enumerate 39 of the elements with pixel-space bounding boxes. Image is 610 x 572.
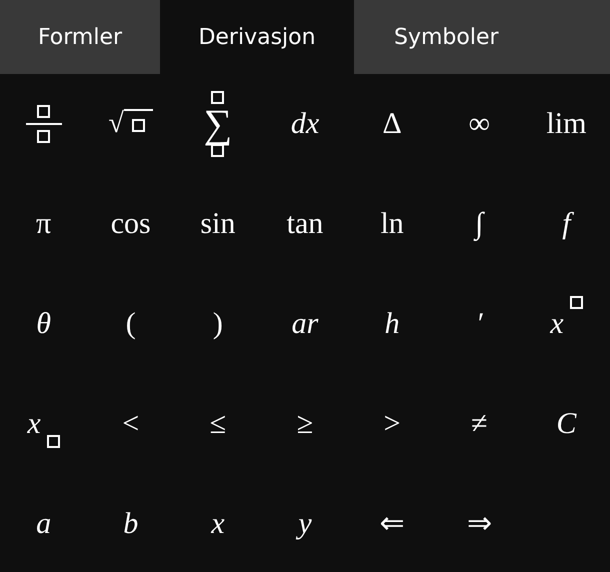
math-key[interactable]: ≥: [261, 374, 349, 474]
math-key[interactable]: ′: [436, 274, 523, 374]
math-key[interactable]: a: [0, 474, 88, 572]
math-key[interactable]: Δ: [348, 74, 436, 174]
math-key[interactable]: √: [87, 74, 174, 174]
tab[interactable]: Derivasjon: [160, 0, 354, 74]
placeholder-icon: [211, 144, 224, 157]
placeholder-icon: [211, 91, 224, 104]
math-key[interactable]: (: [87, 274, 174, 374]
fraction-icon: [26, 105, 62, 143]
math-key[interactable]: y: [261, 474, 349, 572]
math-key[interactable]: ∫: [436, 174, 523, 274]
math-key[interactable]: cos: [87, 174, 174, 274]
math-key[interactable]: π: [0, 174, 88, 274]
math-key[interactable]: ≠: [436, 374, 523, 474]
math-key[interactable]: x: [522, 274, 610, 374]
math-key[interactable]: sin: [174, 174, 262, 274]
math-key[interactable]: ≤: [174, 374, 262, 474]
math-key[interactable]: tan: [261, 174, 349, 274]
placeholder-icon: [570, 296, 583, 309]
math-key[interactable]: C: [522, 374, 610, 474]
math-key[interactable]: x: [174, 474, 262, 572]
math-key[interactable]: lim: [522, 74, 610, 174]
math-key[interactable]: ⇒: [436, 474, 523, 572]
placeholder-icon: [46, 435, 60, 448]
math-key[interactable]: ⇐: [348, 474, 436, 572]
math-key[interactable]: dx: [261, 74, 349, 174]
math-key[interactable]: ln: [348, 174, 436, 274]
math-key[interactable]: x: [0, 374, 88, 474]
math-key[interactable]: b: [87, 474, 174, 572]
math-key[interactable]: >: [348, 374, 436, 474]
math-key[interactable]: θ: [0, 274, 88, 374]
math-key[interactable]: ∞: [436, 74, 523, 174]
placeholder-icon: [124, 108, 153, 132]
math-key[interactable]: h: [348, 274, 436, 374]
math-key[interactable]: <: [87, 374, 174, 474]
math-key[interactable]: f: [522, 174, 610, 274]
math-key[interactable]: ): [174, 274, 262, 374]
math-key[interactable]: ar: [261, 274, 349, 374]
